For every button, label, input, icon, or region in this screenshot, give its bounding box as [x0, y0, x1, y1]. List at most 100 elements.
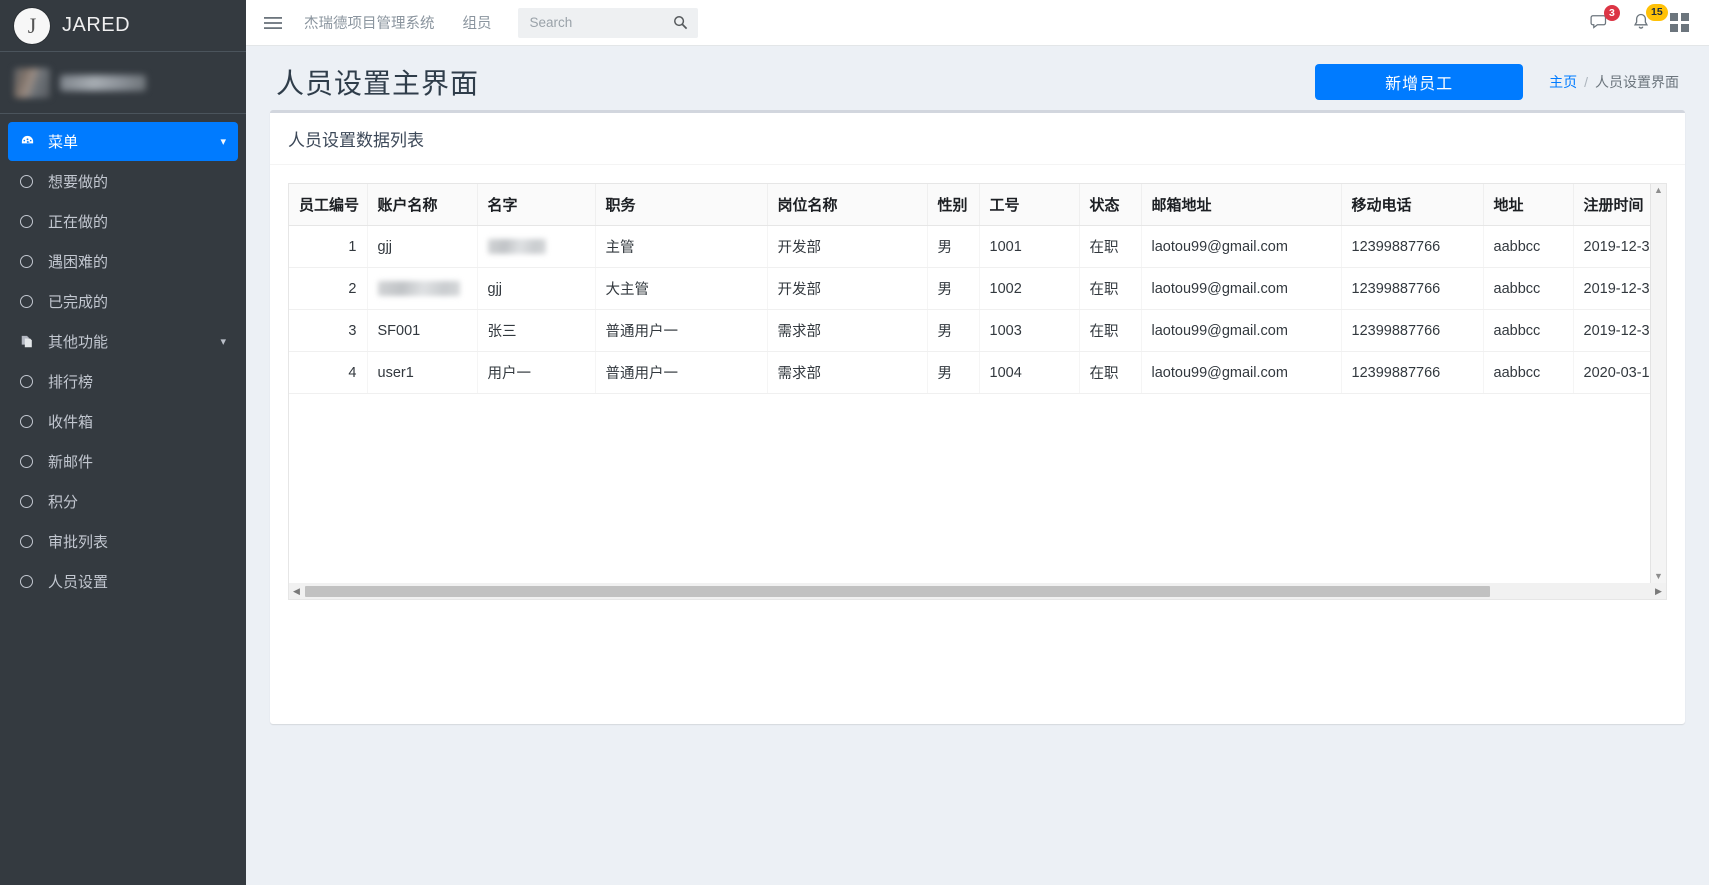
breadcrumb-separator: / [1584, 74, 1588, 90]
col-gender[interactable]: 性别 [927, 184, 980, 226]
topbar-left: 杰瑞德项目管理系统 组员 [256, 6, 698, 40]
content-header: 人员设置主界面 新增员工 主页 / 人员设置界面 [246, 46, 1709, 110]
sidebar-item-personnel-settings[interactable]: 人员设置 [8, 562, 238, 601]
sidebar-item-done[interactable]: 已完成的 [8, 282, 238, 321]
circle-icon [20, 295, 42, 308]
col-employee-id[interactable]: 员工编号 [289, 184, 368, 226]
scroll-left-icon[interactable]: ◀ [289, 586, 304, 597]
sidebar-item-approval-list[interactable]: 审批列表 [8, 522, 238, 561]
cell-position: 普通用户一 [595, 351, 768, 394]
cell-account: gjj [367, 225, 478, 268]
cell-email: laotou99@gmail.com [1141, 225, 1342, 268]
cell-phone: 12399887766 [1341, 309, 1484, 352]
col-status[interactable]: 状态 [1079, 184, 1142, 226]
table-row[interactable]: 3 SF001 张三 普通用户一 需求部 男 1003 在职 laotou99@ [289, 309, 1666, 352]
nav-link-members[interactable]: 组员 [449, 12, 506, 33]
cell-phone: 12399887766 [1341, 351, 1484, 394]
cell-address: aabbcc [1483, 225, 1574, 268]
cell-department: 需求部 [767, 309, 928, 352]
topbar-right: 3 15 [1590, 4, 1695, 32]
card-body: 员工编号 账户名称 名字 职务 岗位名称 性别 工号 状态 邮箱地址 移动电话 … [270, 165, 1685, 724]
sidebar-item-doing[interactable]: 正在做的 [8, 202, 238, 241]
bell-icon[interactable]: 15 [1632, 4, 1668, 32]
cell-employee-id: 3 [289, 309, 368, 352]
circle-icon [20, 415, 42, 428]
sidebar-item-other-features[interactable]: 其他功能 ▾ [8, 322, 238, 361]
add-employee-button[interactable]: 新增员工 [1315, 64, 1524, 100]
sidebar-item-inbox[interactable]: 收件箱 [8, 402, 238, 441]
cell-status: 在职 [1079, 309, 1142, 352]
sidebar-item-label: 菜单 [48, 134, 79, 151]
circle-icon [20, 575, 42, 588]
table-head: 员工编号 账户名称 名字 职务 岗位名称 性别 工号 状态 邮箱地址 移动电话 … [289, 184, 1666, 226]
cell-status: 在职 [1079, 267, 1142, 310]
breadcrumb: 主页 / 人员设置界面 [1549, 72, 1679, 92]
cell-account: SF001 [367, 309, 478, 352]
cell-address: aabbcc [1483, 267, 1574, 310]
personnel-table: 员工编号 账户名称 名字 职务 岗位名称 性别 工号 状态 邮箱地址 移动电话 … [289, 184, 1666, 394]
dashboard-icon [20, 134, 42, 149]
hamburger-icon[interactable] [256, 6, 290, 40]
sidebar-item-want-todo[interactable]: 想要做的 [8, 162, 238, 201]
scroll-down-icon[interactable]: ▼ [1654, 572, 1663, 581]
cell-employee-no: 1004 [979, 351, 1080, 394]
copy-icon [20, 335, 42, 349]
search-icon[interactable] [671, 15, 690, 30]
breadcrumb-home-link[interactable]: 主页 [1549, 72, 1577, 92]
cell-phone: 12399887766 [1341, 225, 1484, 268]
col-position[interactable]: 职务 [595, 184, 768, 226]
table-body: 1 gjj 主管 开发部 男 1001 在职 laotou99@gmail.co… [289, 225, 1666, 394]
table-row[interactable]: 1 gjj 主管 开发部 男 1001 在职 laotou99@gmail.co… [289, 225, 1666, 268]
col-department[interactable]: 岗位名称 [767, 184, 928, 226]
sidebar-menu: 菜单 ▾ 想要做的 正在做的 遇困难的 已完成的 其他功能 ▾ 排行榜 收件箱 … [0, 114, 246, 885]
sidebar-item-new-mail[interactable]: 新邮件 [8, 442, 238, 481]
page-title: 人员设置主界面 [276, 68, 480, 99]
col-phone[interactable]: 移动电话 [1341, 184, 1484, 226]
data-list-card: 人员设置数据列表 员工编号 账户名称 名字 职务 岗位名称 性别 工号 状态 邮… [270, 110, 1685, 724]
cell-email: laotou99@gmail.com [1141, 309, 1342, 352]
cell-email: laotou99@gmail.com [1141, 351, 1342, 394]
search-box [517, 7, 698, 38]
table-viewport: 员工编号 账户名称 名字 职务 岗位名称 性别 工号 状态 邮箱地址 移动电话 … [288, 183, 1667, 583]
col-email[interactable]: 邮箱地址 [1141, 184, 1342, 226]
app-name-link[interactable]: 杰瑞德项目管理系统 [290, 12, 449, 33]
col-name[interactable]: 名字 [477, 184, 596, 226]
sidebar-item-label: 排行榜 [48, 374, 94, 391]
sidebar-item-label: 正在做的 [48, 214, 109, 231]
sidebar-item-menu[interactable]: 菜单 ▾ [8, 122, 238, 161]
sidebar-item-label: 新邮件 [48, 454, 94, 471]
cell-gender: 男 [927, 351, 980, 394]
col-employee-no[interactable]: 工号 [979, 184, 1080, 226]
grid-icon[interactable] [1670, 13, 1689, 32]
vertical-scrollbar[interactable]: ▲ ▼ [1650, 184, 1666, 583]
user-name-redacted [60, 74, 146, 91]
user-panel[interactable] [0, 52, 246, 114]
chat-icon[interactable]: 3 [1590, 4, 1620, 32]
sidebar: J JARED 菜单 ▾ 想要做的 正在做的 遇困难的 已完成的 其他功能 ▾ … [0, 0, 246, 885]
cell-department: 需求部 [767, 351, 928, 394]
sidebar-item-points[interactable]: 积分 [8, 482, 238, 521]
cell-address: aabbcc [1483, 351, 1574, 394]
brand-title: JARED [62, 14, 131, 36]
table-row[interactable]: 2 gjj 大主管 开发部 男 1002 在职 laotou99@gmail.c… [289, 267, 1666, 310]
cell-address: aabbcc [1483, 309, 1574, 352]
cell-employee-id: 4 [289, 351, 368, 394]
cell-employee-no: 1001 [979, 225, 1080, 268]
col-account[interactable]: 账户名称 [367, 184, 478, 226]
scroll-up-icon[interactable]: ▲ [1654, 186, 1663, 195]
col-address[interactable]: 地址 [1483, 184, 1574, 226]
hscroll-thumb[interactable] [305, 585, 1490, 597]
cell-name [477, 225, 596, 268]
cell-department: 开发部 [767, 267, 928, 310]
horizontal-scrollbar[interactable]: ◀ ▶ [288, 583, 1667, 600]
sidebar-item-blocked[interactable]: 遇困难的 [8, 242, 238, 281]
cell-phone: 12399887766 [1341, 267, 1484, 310]
sidebar-brand[interactable]: J JARED [0, 0, 246, 52]
table-row[interactable]: 4 user1 用户一 普通用户一 需求部 男 1004 在职 laotou99 [289, 351, 1666, 394]
circle-icon [20, 495, 42, 508]
sidebar-item-leaderboard[interactable]: 排行榜 [8, 362, 238, 401]
cell-gender: 男 [927, 267, 980, 310]
scroll-right-icon[interactable]: ▶ [1651, 586, 1666, 597]
search-input[interactable] [527, 14, 671, 31]
cell-status: 在职 [1079, 225, 1142, 268]
